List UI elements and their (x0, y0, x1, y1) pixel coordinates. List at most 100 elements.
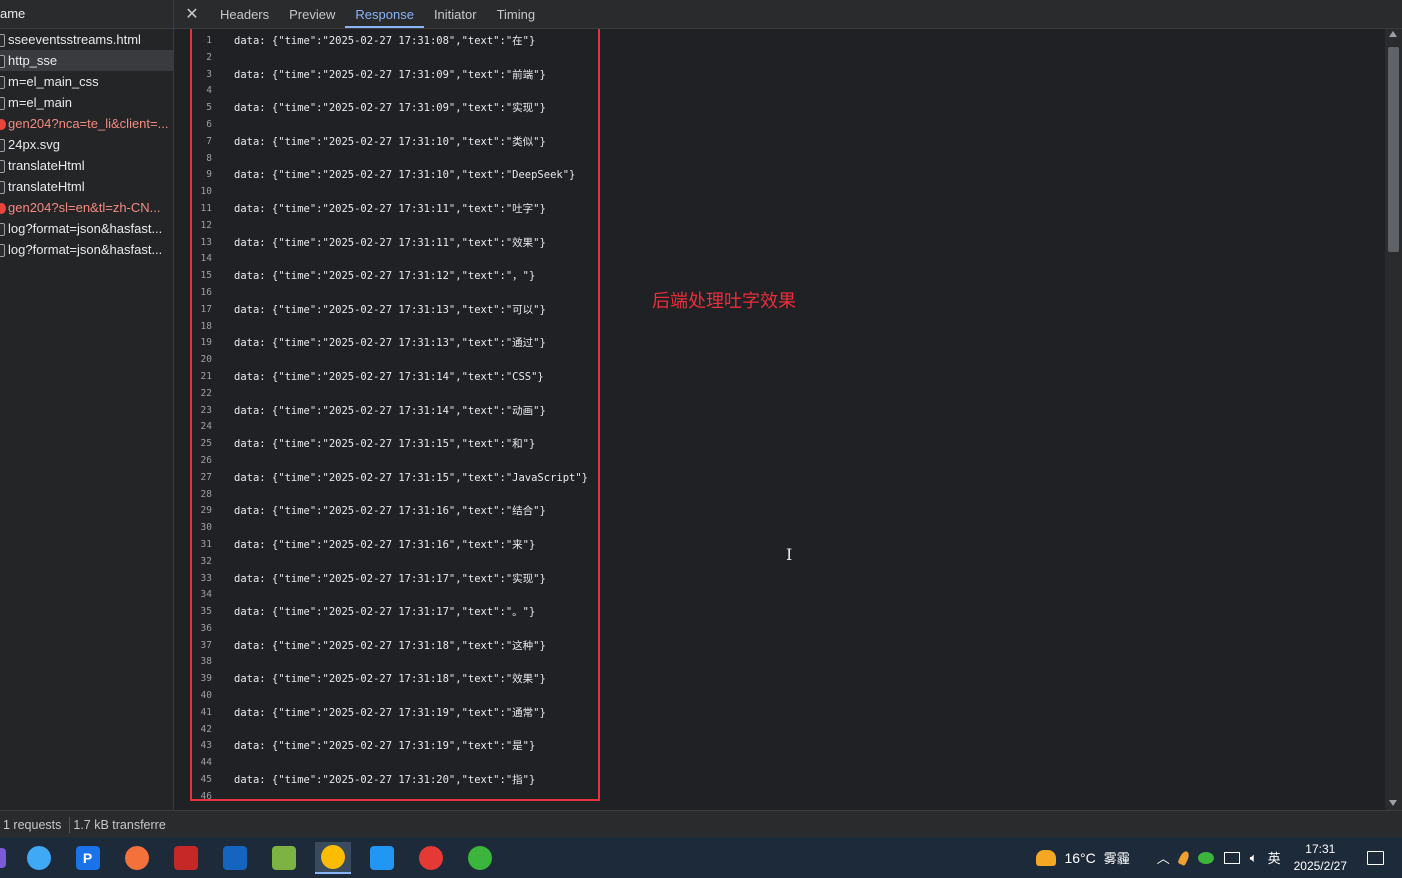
line-number: 43 (200, 740, 212, 752)
taskbar-app[interactable] (21, 842, 57, 874)
line-text: data: {"time":"2025-02-27 17:31:15","tex… (234, 471, 589, 484)
code-line: 29 data: {"time":"2025-02-27 17:31:16","t… (190, 503, 588, 520)
taskbar-app[interactable] (364, 842, 400, 874)
line-text: data: {"time":"2025-02-27 17:31:20","tex… (234, 774, 536, 787)
code-line: 35 data: {"time":"2025-02-27 17:31:17","t… (190, 604, 588, 621)
line-number: 35 (200, 606, 212, 618)
taskbar-app[interactable] (462, 842, 498, 874)
code-line: 28 (190, 487, 588, 504)
clock[interactable]: 17:31 2025/2/27 (1294, 841, 1347, 875)
code-line: 46 (190, 789, 588, 806)
tab-timing[interactable]: Timing (487, 0, 546, 28)
line-text: data: {"time":"2025-02-27 17:31:11","tex… (234, 236, 546, 249)
taskbar-app[interactable] (314, 841, 351, 874)
line-number: 45 (200, 774, 212, 786)
request-item[interactable]: translateHtml (0, 155, 173, 176)
line-number: 36 (200, 622, 212, 634)
request-count: 1 requests (3, 817, 62, 832)
line-text: data: {"time":"2025-02-27 17:31:09","tex… (234, 68, 546, 81)
tab-response[interactable]: Response (345, 0, 424, 28)
start-edge[interactable] (0, 847, 6, 868)
request-item[interactable]: 24px.svg (0, 134, 173, 155)
taskbar-app[interactable] (413, 842, 449, 874)
weather-temp: 16°C (1064, 849, 1096, 866)
code-line: 10 (190, 184, 588, 201)
request-item[interactable]: sseeventsstreams.html (0, 29, 173, 50)
code-line: 17 data: {"time":"2025-02-27 17:31:13","t… (190, 302, 588, 319)
chrome-icon (320, 844, 345, 869)
transfer-size: 1.7 kB transferre (73, 817, 166, 832)
scroll-up-icon[interactable] (1389, 31, 1397, 37)
line-text: data: {"time":"2025-02-27 17:31:10","tex… (234, 135, 546, 148)
line-text: data: {"time":"2025-02-27 17:31:08","tex… (234, 35, 536, 47)
response-viewer[interactable]: 1 data: {"time":"2025-02-27 17:31:08","te… (174, 29, 1385, 810)
line-text: data: {"time":"2025-02-27 17:31:17","tex… (234, 572, 546, 585)
volume-icon[interactable]: 🔈︎ (1250, 850, 1258, 866)
scroll-down-icon[interactable] (1389, 800, 1397, 806)
taskbar-app[interactable] (168, 842, 204, 874)
line-number: 12 (200, 219, 212, 231)
request-item[interactable]: translateHtml (0, 176, 173, 197)
line-number: 30 (200, 522, 212, 534)
netease-music-icon (418, 845, 443, 870)
network-icon[interactable] (1223, 851, 1240, 864)
tray-app-icon[interactable] (1177, 849, 1191, 866)
wechat-tray-icon[interactable] (1197, 851, 1214, 864)
code-line: 27 data: {"time":"2025-02-27 17:31:15","t… (190, 470, 588, 487)
weather-widget[interactable]: 16°C 雾霾 (1036, 848, 1130, 867)
code-line: 18 (190, 319, 588, 336)
line-text: data: {"time":"2025-02-27 17:31:18","tex… (234, 673, 546, 686)
code-line: 13 data: {"time":"2025-02-27 17:31:11","t… (190, 235, 588, 252)
name-column-header[interactable]: ame (0, 0, 173, 29)
notification-icon[interactable] (1367, 850, 1384, 865)
show-hidden-icons-icon[interactable]: ︿ (1157, 848, 1170, 867)
vertical-scrollbar[interactable] (1385, 29, 1402, 810)
line-number: 25 (200, 438, 212, 450)
request-item[interactable]: m=el_main (0, 92, 173, 113)
line-number: 33 (200, 572, 212, 584)
line-number: 9 (206, 169, 212, 181)
code-line: 2 (190, 50, 588, 67)
scroll-thumb[interactable] (1388, 47, 1399, 252)
code-line: 12 (190, 218, 588, 235)
line-number: 44 (200, 757, 212, 769)
code-line: 31 data: {"time":"2025-02-27 17:31:16","t… (190, 537, 588, 554)
postman-icon (124, 845, 149, 870)
request-item[interactable]: gen204?sl=en&tl=zh-CN... (0, 197, 173, 218)
close-icon[interactable]: ✕ (174, 4, 210, 24)
line-number: 38 (200, 656, 212, 668)
taskbar-app[interactable] (266, 842, 302, 874)
line-number: 27 (200, 471, 212, 483)
line-number: 11 (200, 202, 212, 214)
code-line: 6 (190, 117, 588, 134)
tab-initiator[interactable]: Initiator (424, 0, 487, 28)
request-item[interactable]: http_sse (0, 50, 173, 71)
code-line: 37 data: {"time":"2025-02-27 17:31:18","t… (190, 638, 588, 655)
input-method-indicator[interactable]: 英 (1268, 848, 1281, 867)
code-line: 41 data: {"time":"2025-02-27 17:31:19","t… (190, 705, 588, 722)
system-tray: 16°C 雾霾 ︿ 🔈︎ 英 17:31 2025/2/27 (1031, 837, 1402, 878)
request-item[interactable]: log?format=json&hasfast... (0, 218, 173, 239)
line-text: data: {"time":"2025-02-27 17:31:16","tex… (234, 505, 546, 518)
line-number: 5 (206, 102, 212, 114)
taskbar-app[interactable] (217, 842, 253, 874)
line-text: data: {"time":"2025-02-27 17:31:17","tex… (234, 606, 536, 619)
code-line: 11 data: {"time":"2025-02-27 17:31:11","t… (190, 201, 588, 218)
request-item[interactable]: gen204?nca=te_li&client=... (0, 113, 173, 134)
code-line: 26 (190, 453, 588, 470)
line-number: 8 (206, 152, 212, 164)
tab-headers[interactable]: Headers (210, 0, 279, 28)
code-line: 32 (190, 554, 588, 571)
code-line: 16 (190, 285, 588, 302)
line-number: 6 (206, 118, 212, 130)
tab-preview[interactable]: Preview (279, 0, 345, 28)
taskbar-app[interactable]: P (70, 842, 106, 874)
request-list: sseeventsstreams.html http_sse m=el_main_c… (0, 29, 173, 260)
request-item[interactable]: m=el_main_css (0, 71, 173, 92)
wechat-icon (467, 845, 492, 870)
code-line: 15 data: {"time":"2025-02-27 17:31:12","t… (190, 268, 588, 285)
taskbar-app[interactable] (119, 842, 155, 874)
code-line: 7 data: {"time":"2025-02-27 17:31:10","te… (190, 134, 588, 151)
request-item[interactable]: log?format=json&hasfast... (0, 239, 173, 260)
line-number: 15 (200, 270, 212, 282)
